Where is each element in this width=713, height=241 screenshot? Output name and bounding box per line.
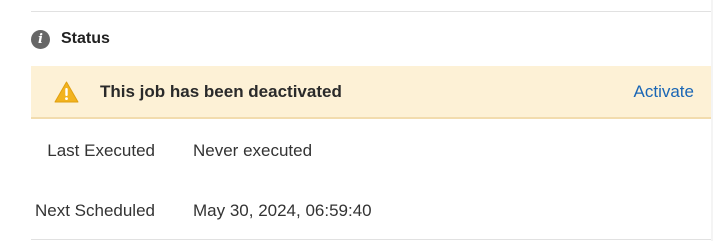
last-executed-label: Last Executed: [47, 141, 155, 160]
last-executed-value: Never executed: [193, 141, 313, 160]
bottom-divider: [31, 239, 713, 240]
job-status-panel: i Status This job has been deactivated A…: [0, 0, 713, 241]
activate-link[interactable]: Activate: [634, 82, 694, 102]
warning-icon: [54, 81, 79, 102]
top-divider: [31, 11, 713, 12]
status-section-header: i Status: [31, 28, 110, 50]
info-icon: i: [31, 29, 50, 49]
banner-message: This job has been deactivated: [100, 81, 342, 101]
next-scheduled-value: May 30, 2024, 06:59:40: [193, 201, 372, 220]
next-scheduled-label: Next Scheduled: [34, 201, 155, 220]
deactivated-banner: This job has been deactivated Activate: [31, 66, 713, 119]
status-title: Status: [61, 30, 110, 47]
